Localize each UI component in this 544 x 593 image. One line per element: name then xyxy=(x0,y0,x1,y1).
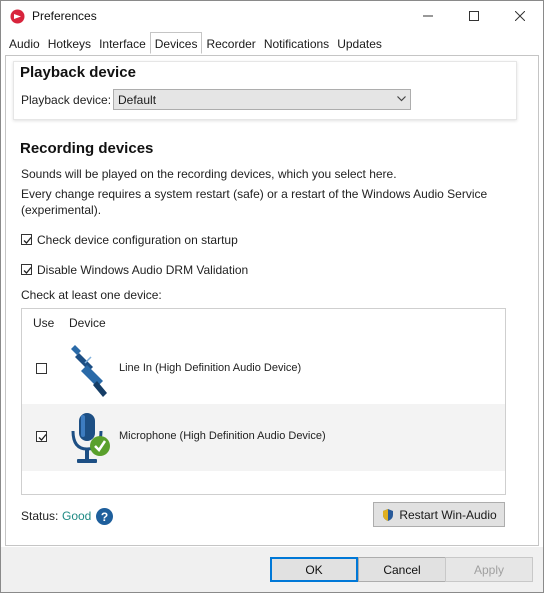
line-in-jack-icon xyxy=(71,345,107,397)
ok-button[interactable]: OK xyxy=(270,557,358,582)
chevron-down-icon xyxy=(397,96,406,102)
device-list[interactable]: Use Device Line In (High Definition Audi… xyxy=(21,308,506,495)
recording-heading: Recording devices xyxy=(20,140,154,157)
column-use[interactable]: Use xyxy=(33,316,54,330)
preferences-window: Preferences Audio Hotkeys Interface Devi… xyxy=(0,0,544,593)
status-label: Status: xyxy=(21,509,59,523)
tab-strip: Audio Hotkeys Interface Devices Recorder… xyxy=(5,32,386,56)
microphone-icon xyxy=(71,413,110,463)
line-in-checkbox[interactable] xyxy=(36,363,47,374)
microphone-checkbox[interactable] xyxy=(36,431,47,442)
column-device[interactable]: Device xyxy=(69,316,106,330)
maximize-button[interactable] xyxy=(451,1,497,31)
device-row-microphone[interactable]: Microphone (High Definition Audio Device… xyxy=(22,404,505,471)
maximize-icon xyxy=(469,11,479,21)
checkmark-icon xyxy=(38,434,47,441)
tab-updates[interactable]: Updates xyxy=(333,34,386,56)
minimize-icon xyxy=(423,15,433,17)
playback-heading: Playback device xyxy=(20,64,136,81)
tab-hotkeys[interactable]: Hotkeys xyxy=(44,34,95,56)
disable-drm-checkbox[interactable] xyxy=(21,264,32,275)
shield-icon xyxy=(383,508,394,521)
restart-button-label: Restart Win-Audio xyxy=(399,507,497,522)
status-value: Good xyxy=(62,509,92,523)
device-row-line-in[interactable]: Line In (High Definition Audio Device) xyxy=(22,336,505,403)
app-logo-icon xyxy=(10,9,25,24)
tab-interface[interactable]: Interface xyxy=(95,34,150,56)
playback-device-label: Playback device: xyxy=(21,93,112,107)
tab-recorder[interactable]: Recorder xyxy=(202,34,259,56)
help-glyph: ? xyxy=(100,509,109,524)
check-config-label[interactable]: Check device configuration on startup xyxy=(37,233,238,247)
checkmark-icon xyxy=(23,237,32,244)
tab-notifications[interactable]: Notifications xyxy=(260,34,333,56)
line-in-device-name: Line In (High Definition Audio Device) xyxy=(119,362,302,374)
disable-drm-label[interactable]: Disable Windows Audio DRM Validation xyxy=(37,263,248,277)
recording-info-1: Sounds will be played on the recording d… xyxy=(21,167,397,181)
microphone-device-name: Microphone (High Definition Audio Device… xyxy=(119,430,326,442)
apply-button[interactable]: Apply xyxy=(445,557,533,582)
device-list-header: Use Device xyxy=(22,309,505,331)
close-icon xyxy=(515,11,525,21)
device-list-caption: Check at least one device: xyxy=(21,288,162,302)
window-title: Preferences xyxy=(32,9,97,23)
minimize-button[interactable] xyxy=(405,1,451,31)
recording-info-2b: (experimental). xyxy=(21,203,102,217)
tab-devices[interactable]: Devices xyxy=(149,32,203,54)
tab-audio[interactable]: Audio xyxy=(5,34,44,56)
playback-device-value: Default xyxy=(118,93,157,107)
restart-win-audio-button[interactable]: Restart Win-Audio xyxy=(373,502,505,527)
cancel-button[interactable]: Cancel xyxy=(358,557,446,582)
title-bar: Preferences xyxy=(1,1,543,31)
checkmark-icon xyxy=(23,267,32,274)
check-config-checkbox[interactable] xyxy=(21,234,32,245)
close-button[interactable] xyxy=(497,1,543,31)
help-icon[interactable]: ? xyxy=(96,508,113,525)
playback-device-select[interactable]: Default xyxy=(113,89,411,110)
recording-info-2a: Every change requires a system restart (… xyxy=(21,187,488,201)
